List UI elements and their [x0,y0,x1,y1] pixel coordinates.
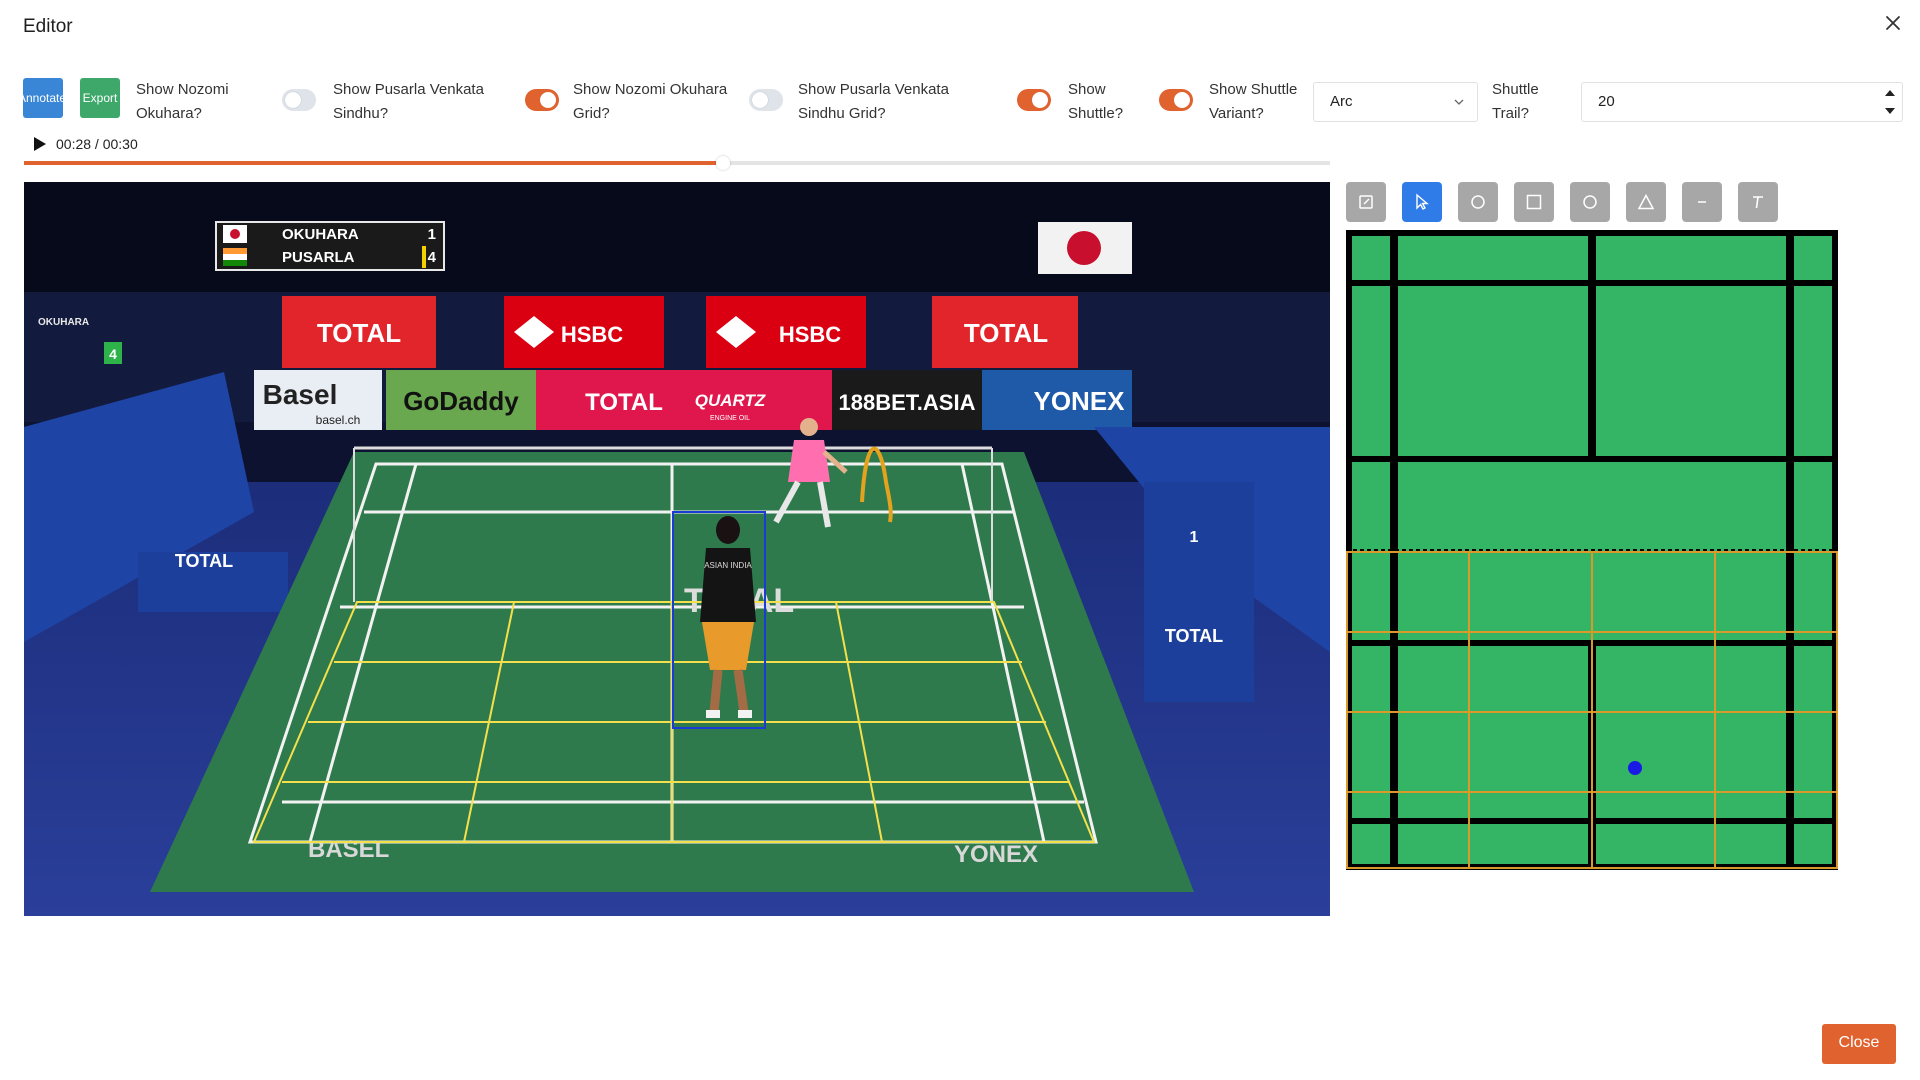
toggle-label-shuttle-variant: Show Shuttle Variant? [1209,81,1298,122]
toolbar: Annotate Export Show NozomiOkuhara? Show… [23,78,1903,126]
progress-bar[interactable] [24,156,1330,170]
play-icon[interactable] [32,135,48,153]
banner-total-1: TOTAL [282,296,436,368]
scoreboard-score-2: 4 [428,249,437,266]
banner-total-quartz: TOTAL QUARTZ ENGINE OIL [536,370,832,430]
svg-text:1: 1 [1190,529,1199,546]
toggle-show-shuttle[interactable] [1159,89,1193,111]
circle-tool-button[interactable] [1458,182,1498,222]
toggle-label-show-okuhara: Show Nozomi Okuhara? [136,81,229,122]
select-tool-button[interactable] [1402,182,1442,222]
progress-thumb[interactable] [715,156,730,170]
pencil-square-icon [1359,195,1373,209]
banner-yonex: YONEX [982,370,1132,430]
triangle-icon [1637,193,1655,210]
square-icon [1526,194,1542,210]
close-button[interactable]: Close [1822,1024,1896,1064]
court-text-basel: BASEL [308,836,389,863]
banner-hsbc-2: HSBC [706,296,866,368]
edit-tool-button[interactable] [1346,182,1386,222]
banner-188bet: 188BET.ASIA [832,370,982,430]
text-tool-button[interactable] [1738,182,1778,222]
annotate-button[interactable]: Annotate [23,78,63,118]
line-icon [1698,201,1706,203]
scoreboard: OKUHARA PUSARLA 1 4 [215,221,445,271]
shuttle-trail-label: Shuttle Trail? [1492,81,1539,122]
svg-text:GoDaddy: GoDaddy [403,386,519,416]
banner-godaddy: GoDaddy [386,370,536,430]
scoreboard-player-1: OKUHARA [282,226,359,243]
toggle-sindhu-grid[interactable] [1017,89,1051,111]
toggle-show-sindhu[interactable] [525,89,559,111]
close-icon[interactable] [1880,10,1906,36]
svg-text:TOTAL: TOTAL [964,318,1048,348]
rectangle-tool-button[interactable] [1514,182,1554,222]
text-icon [1753,196,1763,209]
svg-text:OKUHARA: OKUHARA [38,317,89,328]
svg-text:TOTAL: TOTAL [585,389,663,416]
toggle-label-show-sindhu: Show Pusarla Venkata Sindhu? [333,81,484,122]
triangle-tool-button[interactable] [1626,182,1666,222]
banner-basel: Basel basel.ch [254,370,382,430]
banner-hsbc-1: HSBC [504,296,664,368]
scoreboard-player-2: PUSARLA [282,249,355,266]
umpire-stand: TOTAL 1 [1144,482,1254,702]
progress-fill [24,161,723,165]
svg-text:basel.ch: basel.ch [316,413,361,427]
ellipse-tool-button[interactable] [1570,182,1610,222]
spin-up-icon[interactable] [1884,87,1896,99]
toggle-label-show-shuttle: Show Shuttle? [1068,81,1124,122]
video-frame[interactable]: OKUHARA PUSARLA 1 4 OKUHARA 4 TOTAL HSBC… [24,182,1330,916]
toggle-label-okuhara-grid: Show Nozomi Okuhara Grid? [573,81,728,122]
svg-text:TOTAL: TOTAL [317,318,401,348]
court-text-yonex: YONEX [954,841,1038,868]
svg-text:Basel: Basel [263,379,338,410]
toggle-show-okuhara[interactable] [282,89,316,111]
svg-text:TOTAL: TOTAL [175,551,233,571]
toggle-okuhara-grid[interactable] [749,89,783,111]
video-player-controls: 00:28 / 00:30 [24,133,1330,170]
player-position-marker[interactable] [1628,761,1642,775]
circle-outline-icon [1583,195,1597,209]
svg-text:YONEX: YONEX [1033,386,1125,416]
time-display: 00:28 / 00:30 [56,136,138,152]
export-button[interactable]: Export [80,78,120,118]
dialog-title: Editor [23,16,73,37]
spin-down-icon[interactable] [1884,105,1896,117]
shuttle-variant-select[interactable]: Arc [1313,82,1478,122]
svg-text:QUARTZ: QUARTZ [695,391,766,410]
shuttle-trail-input[interactable]: 20 [1581,82,1903,122]
cursor-arrow-icon [1416,193,1429,210]
svg-text:4: 4 [109,346,117,362]
svg-text:ENGINE OIL: ENGINE OIL [710,415,750,422]
svg-text:HSBC: HSBC [779,322,841,347]
svg-text:ASIAN INDIA: ASIAN INDIA [704,561,752,570]
court-minimap[interactable] [1346,230,1838,870]
line-tool-button[interactable] [1682,182,1722,222]
chevron-down-icon [1454,99,1464,105]
banner-total-2: TOTAL [932,296,1078,368]
line-judge-box: TOTAL [138,551,288,612]
scoreboard-score-1: 1 [428,226,436,243]
circle-icon [1471,195,1485,209]
japan-flag [1038,222,1132,274]
svg-text:TOTAL: TOTAL [1165,626,1223,646]
toggle-label-sindhu-grid: Show Pusarla Venkata Sindhu Grid? [798,81,949,122]
svg-text:188BET.ASIA: 188BET.ASIA [839,390,976,415]
svg-text:HSBC: HSBC [561,322,623,347]
